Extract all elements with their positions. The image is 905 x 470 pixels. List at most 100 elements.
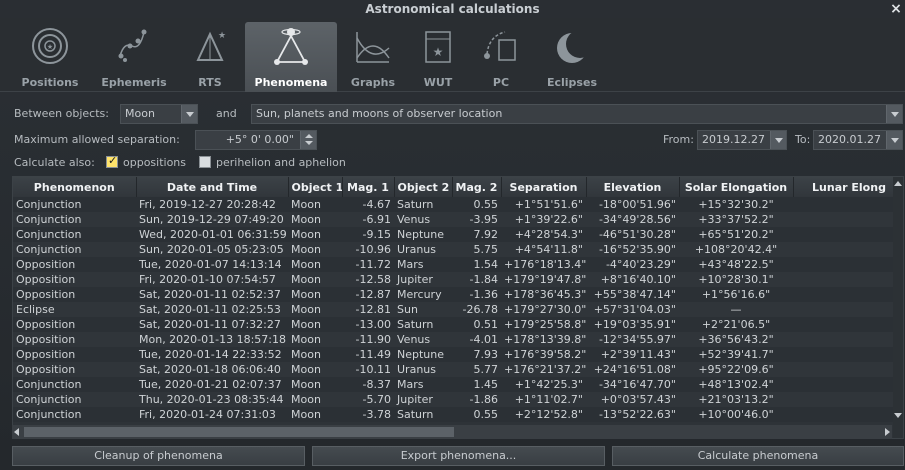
max-separation-spinbox[interactable]: +5° 0' 0.00": [195, 130, 317, 150]
table-cell: Fri, 2020-01-10 07:54:57: [136, 272, 288, 287]
table-cell: Moon: [288, 407, 342, 422]
calculate-button[interactable]: Calculate phenomena: [612, 446, 904, 466]
export-button[interactable]: Export phenomena...: [312, 446, 605, 466]
table-cell: +33°37'52.2": [679, 212, 793, 227]
oppositions-checkbox[interactable]: [106, 154, 118, 168]
column-header[interactable]: Object 1: [288, 177, 343, 197]
table-cell: +65°51'20.2": [679, 227, 793, 242]
table-row[interactable]: Conjunction Wed, 2020-01-01 06:31:59 Moon -…: [13, 227, 903, 242]
table-cell: -34°16'47.70": [586, 377, 679, 392]
tab-label: WUT: [423, 76, 453, 89]
cleanup-button[interactable]: Cleanup of phenomena: [12, 446, 305, 466]
table-cell: Sat, 2020-01-11 07:32:27: [136, 317, 288, 332]
table-row[interactable]: Opposition Fri, 2020-01-10 07:54:57 Moon -1…: [13, 272, 903, 287]
table-cell: [793, 287, 903, 302]
title-bar: Astronomical calculations ×: [0, 0, 905, 18]
from-date-field[interactable]: 2019.12.27: [697, 130, 787, 150]
table-cell: Conjunction: [13, 242, 136, 257]
column-header[interactable]: Solar Elongation: [679, 177, 794, 197]
table-row[interactable]: Conjunction Fri, 2020-01-24 07:31:03 Moon -…: [13, 407, 903, 422]
table-cell: +1°11'02.7": [501, 392, 586, 407]
table-cell: +15°32'30.2": [679, 197, 793, 212]
table-cell: [793, 407, 903, 422]
table-cell: -12.81: [342, 302, 394, 317]
tab-positions[interactable]: ★ Positions: [14, 22, 86, 92]
table-row[interactable]: Opposition Sat, 2020-01-11 02:52:37 Moon -1…: [13, 287, 903, 302]
separation-row: Maximum allowed separation: +5° 0' 0.00"…: [0, 129, 905, 151]
table-cell: Eclipse: [13, 302, 136, 317]
tab-graphs[interactable]: Graphs: [342, 22, 404, 92]
table-cell: Sat, 2020-01-11 02:52:37: [136, 287, 288, 302]
scroll-up-icon[interactable]: [894, 181, 902, 186]
table-cell: 5.77: [452, 362, 501, 377]
tab-eclipses[interactable]: Eclipses: [536, 22, 608, 92]
column-header[interactable]: Phenomenon: [13, 177, 137, 197]
vertical-scrollbar[interactable]: [893, 177, 903, 438]
table-row[interactable]: Opposition Sat, 2020-01-18 06:06:40 Moon -1…: [13, 362, 903, 377]
table-cell: Opposition: [13, 257, 136, 272]
tab-wut[interactable]: ★ WUT: [408, 22, 468, 92]
table-cell: Opposition: [13, 272, 136, 287]
table-cell: Sun, 2019-12-29 07:49:20: [136, 212, 288, 227]
table-cell: Mars: [394, 377, 452, 392]
object2-select[interactable]: Sun, planets and moons of observer locat…: [251, 104, 903, 124]
table-cell: [793, 362, 903, 377]
scroll-right-icon[interactable]: [885, 428, 890, 436]
to-date-field[interactable]: 2020.01.27: [813, 130, 903, 150]
table-cell: Moon: [288, 332, 342, 347]
table-cell: Moon: [288, 302, 342, 317]
scrollbar-thumb[interactable]: [24, 427, 454, 437]
table-cell: +36°56'43.2": [679, 332, 793, 347]
table-cell: -3.95: [452, 212, 501, 227]
table-row[interactable]: Opposition Sat, 2020-01-11 07:32:27 Moon -1…: [13, 317, 903, 332]
object1-select[interactable]: Moon: [120, 104, 198, 124]
table-row[interactable]: Opposition Tue, 2020-01-14 22:33:52 Moon -1…: [13, 347, 903, 362]
table-row[interactable]: Opposition Tue, 2020-01-07 14:13:14 Moon -1…: [13, 257, 903, 272]
close-icon[interactable]: ×: [889, 0, 903, 18]
tab-pc[interactable]: PC: [472, 22, 530, 92]
table-cell: Tue, 2020-01-14 22:33:52: [136, 347, 288, 362]
column-header[interactable]: Lunar Elong: [793, 177, 903, 197]
table-row[interactable]: Conjunction Sun, 2020-01-05 05:23:05 Moon -…: [13, 242, 903, 257]
column-header[interactable]: Object 2: [394, 177, 453, 197]
tab-phenomena[interactable]: Phenomena: [245, 22, 337, 92]
table-cell: -13.00: [342, 317, 394, 332]
table-cell: Moon: [288, 272, 342, 287]
table-row[interactable]: Conjunction Tue, 2020-01-21 02:07:37 Moon -…: [13, 377, 903, 392]
scroll-left-icon[interactable]: [14, 428, 19, 436]
table-row[interactable]: Conjunction Fri, 2019-12-27 20:28:42 Moon -…: [13, 197, 903, 212]
horizontal-scrollbar[interactable]: [12, 425, 892, 439]
table-cell: Neptune: [394, 347, 452, 362]
table-cell: [793, 257, 903, 272]
spin-arrows-icon[interactable]: [300, 131, 316, 149]
tab-ephemeris[interactable]: Ephemeris: [96, 22, 172, 92]
scroll-down-icon[interactable]: [894, 413, 902, 418]
table-row[interactable]: Conjunction Sun, 2019-12-29 07:49:20 Moon -…: [13, 212, 903, 227]
table-cell: Conjunction: [13, 212, 136, 227]
perihelion-checkbox[interactable]: [199, 156, 211, 168]
column-header[interactable]: Mag. 1: [342, 177, 395, 197]
chevron-down-icon: [886, 131, 902, 149]
table-cell: +4°28'54.3": [501, 227, 586, 242]
table-cell: Jupiter: [394, 272, 452, 287]
table-cell: [793, 377, 903, 392]
table-cell: Conjunction: [13, 407, 136, 422]
table-cell: [793, 302, 903, 317]
chevron-down-icon: [770, 131, 786, 149]
table-row[interactable]: Eclipse Sat, 2020-01-11 02:25:53 Moon -12.8…: [13, 302, 903, 317]
table-cell: -12°34'55.97": [586, 332, 679, 347]
table-row[interactable]: Conjunction Thu, 2020-01-23 08:35:44 Moon -…: [13, 392, 903, 407]
column-header[interactable]: Elevation: [586, 177, 680, 197]
table-cell: -12.58: [342, 272, 394, 287]
table-cell: Opposition: [13, 317, 136, 332]
table-cell: 7.93: [452, 347, 501, 362]
column-header[interactable]: Date and Time: [136, 177, 289, 197]
column-header[interactable]: Mag. 2: [452, 177, 502, 197]
and-label: and: [216, 107, 237, 120]
table-row[interactable]: Opposition Mon, 2020-01-13 18:57:18 Moon -1…: [13, 332, 903, 347]
column-header[interactable]: Separation: [501, 177, 587, 197]
eclipses-icon: [557, 30, 594, 63]
rts-icon: ★: [196, 31, 226, 61]
tab-rts[interactable]: ★ RTS: [180, 22, 240, 92]
table-cell: —: [679, 302, 793, 317]
